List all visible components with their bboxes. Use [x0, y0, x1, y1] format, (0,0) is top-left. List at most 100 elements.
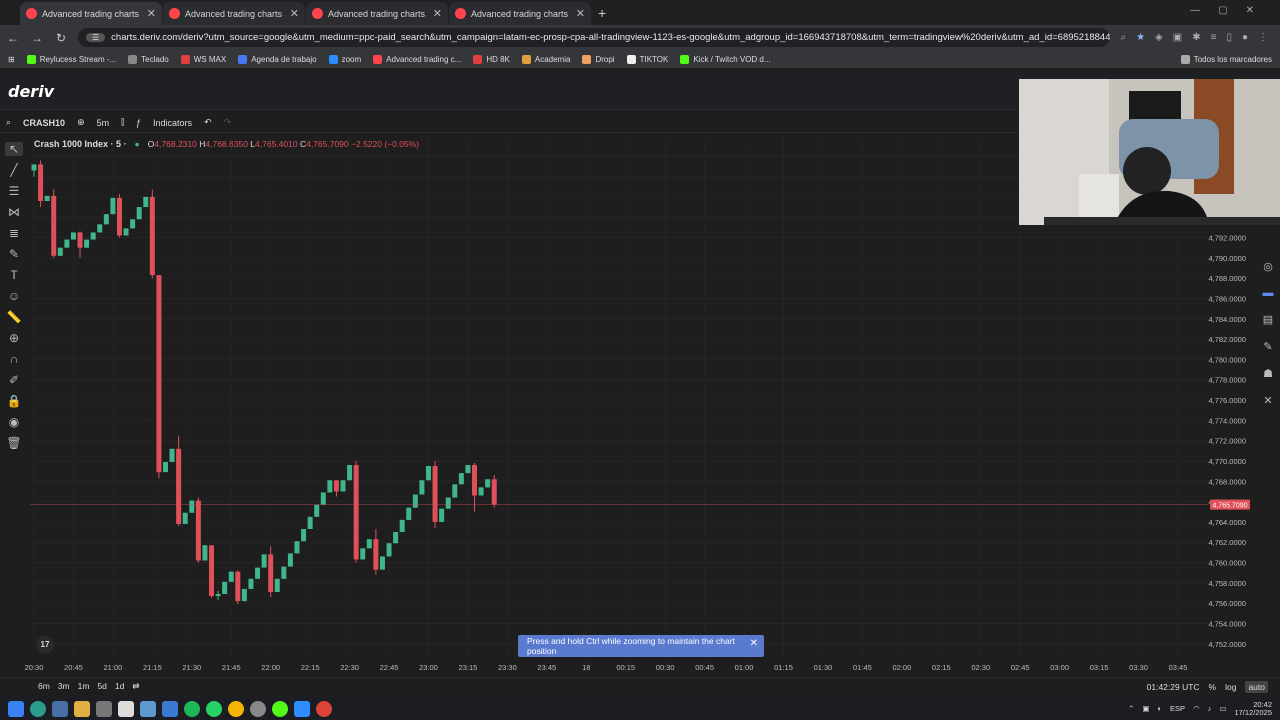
eye-icon[interactable]: ◉ [5, 415, 23, 429]
candle-body[interactable] [209, 545, 215, 597]
folder-icon[interactable] [74, 700, 90, 717]
lock-icon[interactable]: 🔒 [5, 394, 23, 408]
candle-body[interactable] [353, 465, 359, 560]
range-button[interactable]: 5d [97, 681, 106, 692]
app-icon[interactable] [52, 700, 68, 717]
candle-body[interactable] [399, 519, 405, 533]
candle-body[interactable] [156, 275, 162, 473]
candle-body[interactable] [281, 566, 287, 579]
candle-body[interactable] [90, 232, 96, 240]
candle-body[interactable] [255, 567, 261, 579]
horizontal-lines-icon[interactable]: ☰ [5, 184, 23, 198]
cursor-icon[interactable]: ↖ [5, 142, 23, 156]
candle-body[interactable] [406, 507, 412, 520]
trendline-icon[interactable]: ╱ [5, 163, 23, 177]
candle-body[interactable] [84, 239, 90, 248]
candle-body[interactable] [268, 554, 274, 592]
candle-body[interactable] [31, 164, 37, 171]
candle-body[interactable] [327, 480, 333, 493]
windows-start-icon[interactable] [8, 700, 24, 717]
candle-body[interactable] [57, 247, 63, 256]
candle-body[interactable] [340, 480, 346, 492]
store-icon[interactable] [96, 700, 112, 717]
calendar-icon[interactable]: ▤ [1263, 313, 1273, 326]
candle-body[interactable] [215, 594, 221, 597]
candle-body[interactable] [491, 479, 497, 505]
gamepad-icon[interactable]: ☗ [1263, 367, 1273, 380]
candle-body[interactable] [320, 492, 326, 505]
candle-body[interactable] [169, 448, 175, 462]
chrome-icon[interactable] [228, 700, 244, 717]
candle-body[interactable] [485, 479, 491, 488]
candle-body[interactable] [77, 232, 83, 248]
indicators-button[interactable]: Indicators [153, 118, 192, 128]
tray-app-icon[interactable]: ▣ [1142, 704, 1149, 713]
notepad-icon[interactable] [140, 700, 156, 717]
candle-body[interactable] [465, 465, 471, 474]
candle-body[interactable] [419, 480, 425, 495]
clock[interactable]: 20:42 17/12/2025 [1234, 700, 1272, 717]
candle-body[interactable] [347, 465, 353, 481]
fib-icon[interactable]: ≣ [5, 226, 23, 240]
tray-app-icon[interactable]: ◐ [1158, 704, 1163, 713]
settings-icon[interactable]: ✕ [1263, 394, 1272, 407]
candle-body[interactable] [294, 541, 300, 554]
candle-body[interactable] [274, 578, 280, 592]
file-icon[interactable] [118, 700, 134, 717]
wifi-icon[interactable]: ◠ [1193, 704, 1200, 713]
watchlist-icon[interactable]: ◎ [1263, 260, 1273, 273]
candle-body[interactable] [51, 195, 57, 256]
text-icon[interactable]: T [5, 268, 23, 282]
candle-body[interactable] [333, 480, 339, 492]
candle-body[interactable] [143, 196, 149, 208]
undo-icon[interactable]: ↶ [204, 117, 212, 128]
spotify-icon[interactable] [184, 700, 200, 717]
candle-body[interactable] [261, 554, 267, 568]
candle-body[interactable] [452, 484, 458, 498]
percent-toggle[interactable]: % [1209, 682, 1217, 692]
ruler-icon[interactable]: 📏 [5, 310, 23, 324]
zoom-app-icon[interactable] [294, 700, 310, 717]
candle-body[interactable] [123, 228, 129, 236]
brush-icon[interactable]: ✎ [5, 247, 23, 261]
candle-body[interactable] [366, 539, 372, 549]
candle-body[interactable] [425, 466, 431, 481]
candle-body[interactable] [301, 529, 307, 542]
candle-body[interactable] [360, 548, 366, 560]
candle-body[interactable] [248, 578, 254, 589]
interval-selector[interactable]: 5m [97, 118, 110, 128]
candle-body[interactable] [136, 207, 142, 220]
candle-body[interactable] [307, 516, 313, 530]
candle-body[interactable] [195, 500, 201, 561]
zoom-in-icon[interactable]: ⊕ [5, 331, 23, 345]
trash-icon[interactable]: 🗑 [5, 436, 23, 450]
candle-body[interactable] [373, 539, 379, 570]
candle-body[interactable] [393, 532, 399, 544]
auto-toggle[interactable]: auto [1245, 680, 1268, 693]
symbol-selector[interactable]: CRASH10 [23, 118, 65, 128]
candle-body[interactable] [379, 556, 385, 570]
magnet-icon[interactable]: ∩ [5, 352, 23, 366]
chat-icon[interactable]: ▬ [1263, 287, 1274, 299]
candle-body[interactable] [149, 196, 155, 276]
range-button[interactable]: 1d [115, 681, 124, 692]
candle-body[interactable] [472, 465, 478, 496]
candle-body[interactable] [412, 494, 418, 508]
goto-date-icon[interactable]: ⇄ [132, 681, 139, 692]
utc-time[interactable]: 01:42:29 UTC [1147, 682, 1200, 692]
candle-type-icon[interactable]: ⫿ [121, 117, 124, 128]
battery-icon[interactable]: ▭ [1219, 704, 1226, 713]
language-indicator[interactable]: ESP [1170, 704, 1185, 713]
candle-body[interactable] [176, 448, 182, 524]
candle-body[interactable] [202, 545, 208, 561]
range-button[interactable]: 3m [58, 681, 70, 692]
candle-body[interactable] [386, 543, 392, 557]
range-button[interactable]: 1m [78, 681, 90, 692]
whatsapp-icon[interactable] [206, 700, 222, 717]
log-toggle[interactable]: log [1225, 682, 1236, 692]
chevron-up-icon[interactable]: ⌃ [1128, 704, 1134, 713]
redo-icon[interactable]: ↷ [224, 117, 232, 128]
candle-body[interactable] [478, 487, 484, 496]
candle-body[interactable] [64, 239, 70, 248]
candle-body[interactable] [241, 588, 247, 602]
